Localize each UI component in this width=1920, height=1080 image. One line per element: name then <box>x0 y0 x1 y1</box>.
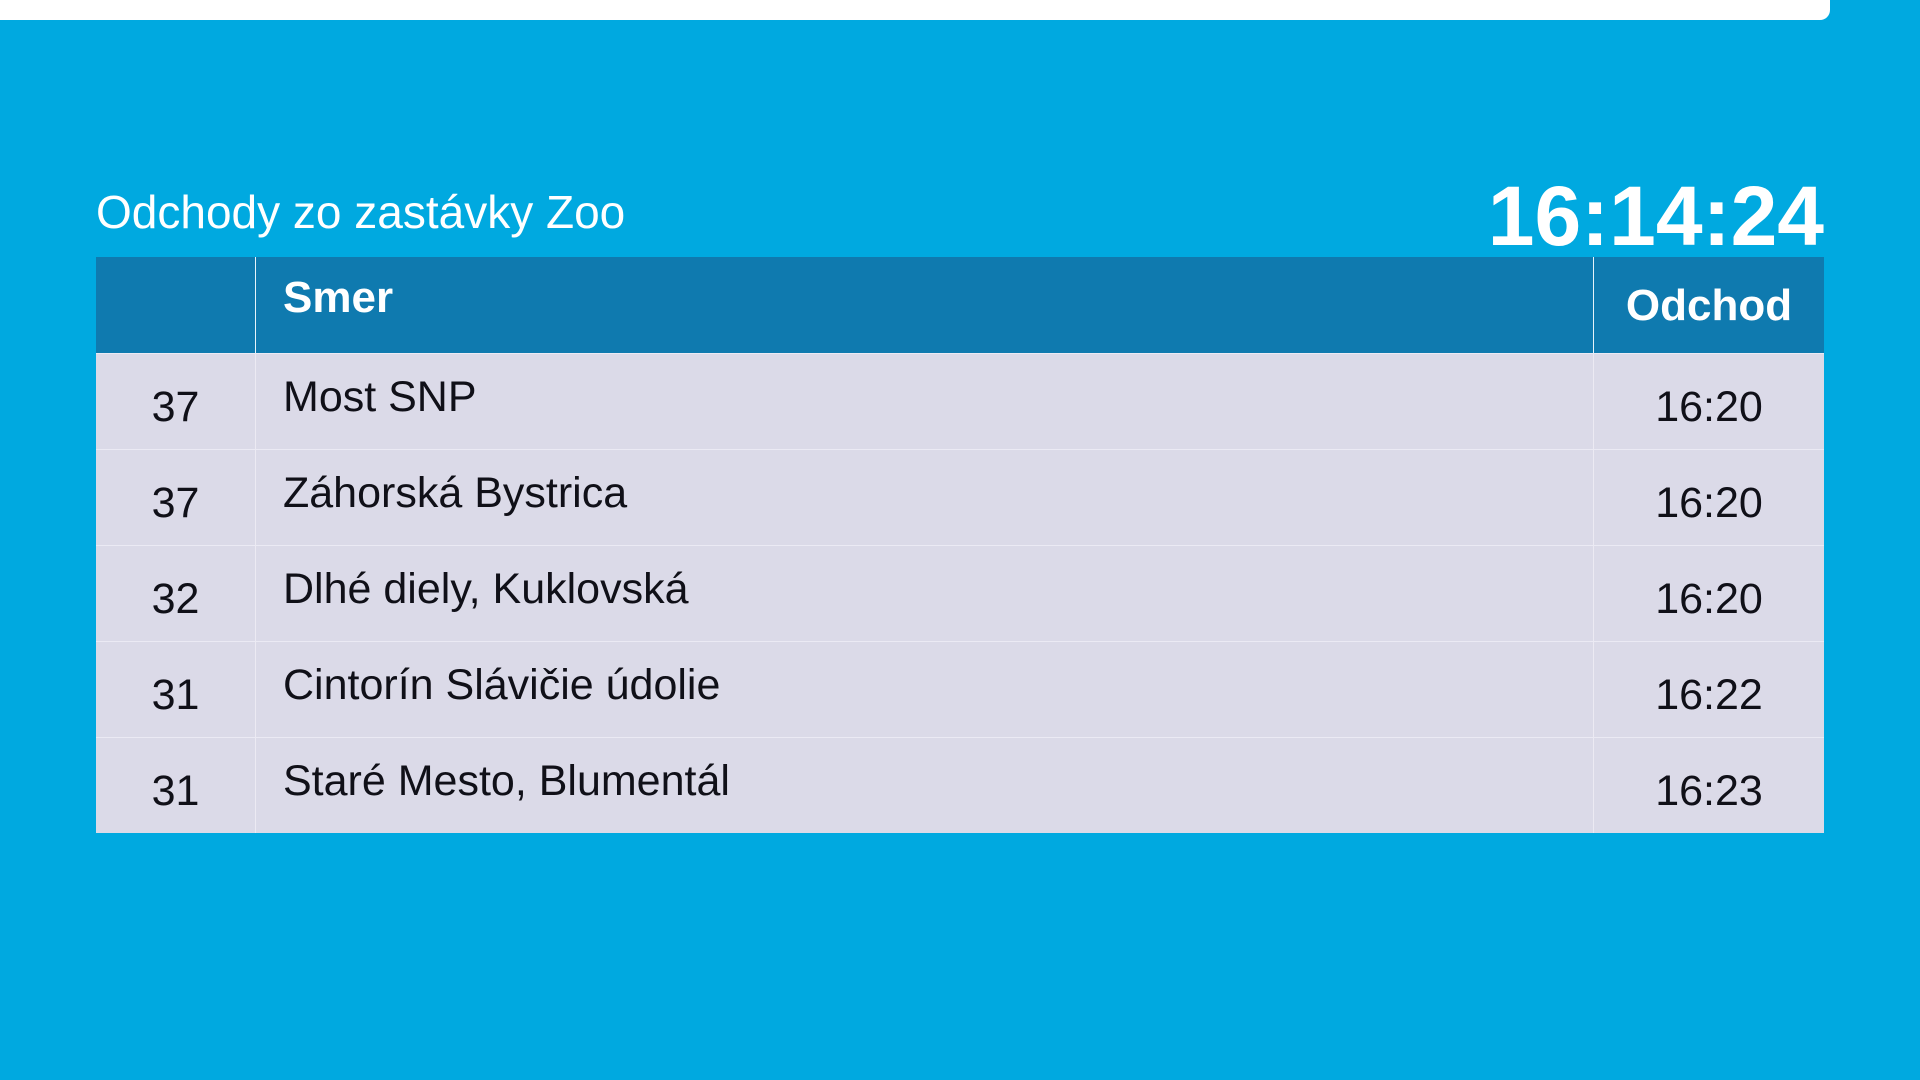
departure-time: 16:20 <box>1655 575 1763 623</box>
line-number: 32 <box>96 546 256 641</box>
table-row: 37 Most SNP 16:20 <box>96 353 1824 449</box>
departure-time: 16:23 <box>1655 767 1763 815</box>
direction-name: Záhorská Bystrica <box>256 450 1594 545</box>
line-number: 37 <box>96 354 256 449</box>
table-row: 31 Staré Mesto, Blumentál 16:23 <box>96 737 1824 833</box>
table-header-row: Smer Odchod <box>96 257 1824 353</box>
direction-name: Cintorín Slávičie údolie <box>256 642 1594 737</box>
table-row: 37 Záhorská Bystrica 16:20 <box>96 449 1824 545</box>
header-line <box>96 257 256 353</box>
board-title: Odchody zo zastávky Zoo <box>96 186 626 238</box>
departure-time: 16:22 <box>1655 671 1763 719</box>
line-number: 31 <box>96 642 256 737</box>
departure-time: 16:20 <box>1655 383 1763 431</box>
header-direction: Smer <box>256 257 1594 353</box>
direction-name: Staré Mesto, Blumentál <box>256 738 1594 833</box>
line-number: 31 <box>96 738 256 833</box>
top-progress-strip <box>0 0 1830 20</box>
line-number: 37 <box>96 450 256 545</box>
direction-name: Most SNP <box>256 354 1594 449</box>
current-time-clock: 16:14:24 <box>1487 169 1824 263</box>
departure-time: 16:20 <box>1655 479 1763 527</box>
table-row: 31 Cintorín Slávičie údolie 16:22 <box>96 641 1824 737</box>
departures-table: Smer Odchod 37 Most SNP 16:20 37 Záhorsk… <box>96 257 1824 833</box>
header-departure: Odchod <box>1625 281 1793 330</box>
table-row: 32 Dlhé diely, Kuklovská 16:20 <box>96 545 1824 641</box>
direction-name: Dlhé diely, Kuklovská <box>256 546 1594 641</box>
